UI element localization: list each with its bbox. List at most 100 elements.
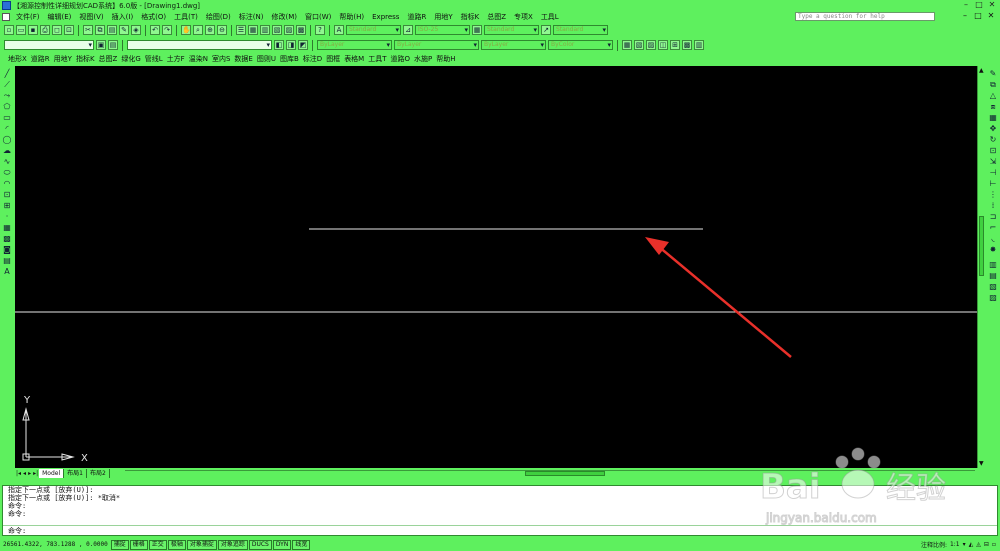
close-button[interactable]: ✕ <box>986 0 998 10</box>
lineweight-select[interactable]: ByLayer <box>481 40 546 50</box>
annotation-scale-select[interactable]: 1:1 <box>950 541 960 548</box>
cn-menu-green[interactable]: 绿化G <box>119 54 142 64</box>
cn-menu-table[interactable]: 表格M <box>342 54 366 64</box>
menu-road[interactable]: 道路R <box>403 12 430 22</box>
zoom-window-icon[interactable]: ⊕ <box>205 25 215 35</box>
grid-toggle[interactable]: 栅格 <box>129 539 148 550</box>
menu-edit[interactable]: 编辑(E) <box>44 12 76 22</box>
hatch-icon[interactable]: ▦ <box>2 224 12 234</box>
zoom-realtime-icon[interactable]: ⌕ <box>193 25 203 35</box>
chamfer-icon[interactable]: ⌐ <box>988 224 998 234</box>
table-icon[interactable]: ▤ <box>2 257 12 267</box>
cn-menu-earthwork[interactable]: 土方F <box>165 54 187 64</box>
tab-first-icon[interactable]: |◂ <box>15 470 22 477</box>
layer-tool-icon[interactable]: ▤ <box>988 272 998 282</box>
chevron-down-icon[interactable]: ▾ <box>963 541 966 548</box>
array-icon[interactable]: ▦ <box>988 114 998 124</box>
paste-icon[interactable]: ▤ <box>107 25 117 35</box>
make-block-icon[interactable]: ⊞ <box>2 202 12 212</box>
help-icon[interactable]: ? <box>315 25 325 35</box>
menu-index[interactable]: 指标K <box>457 12 484 22</box>
cn-menu-render[interactable]: 温染N <box>187 54 210 64</box>
draworder-icon[interactable]: ▥ <box>988 261 998 271</box>
tab-layout1[interactable]: 布局1 <box>64 468 87 478</box>
layer-make-current-icon[interactable]: ◧ <box>274 40 284 50</box>
new-file-icon[interactable]: ▫ <box>4 25 14 35</box>
line-icon[interactable]: ╱ <box>2 70 12 80</box>
scale-icon[interactable]: ⊡ <box>988 147 998 157</box>
mirror-icon[interactable]: △ <box>988 92 998 102</box>
scroll-down-icon[interactable]: ▼ <box>979 460 984 467</box>
horizontal-scroll-thumb[interactable] <box>525 471 605 476</box>
cn-menu-library[interactable]: 图库B <box>278 54 301 64</box>
drawing-canvas[interactable]: Y X <box>15 66 977 468</box>
arc-icon[interactable]: ◜ <box>2 125 12 135</box>
break-icon[interactable]: ⁞ <box>988 202 998 212</box>
linetype-select[interactable]: ByLayer <box>394 40 479 50</box>
match-prop-icon[interactable]: ✎ <box>119 25 129 35</box>
polyline-icon[interactable]: ⤳ <box>2 92 12 102</box>
menu-window[interactable]: 窗口(W) <box>301 12 335 22</box>
cn-menu-road-o[interactable]: 道路O <box>389 54 413 64</box>
tool-f-icon[interactable]: ▩ <box>682 40 692 50</box>
ellipse-arc-icon[interactable]: ◠ <box>2 180 12 190</box>
move-icon[interactable]: ✥ <box>988 125 998 135</box>
copy-icon[interactable]: ⧉ <box>95 25 105 35</box>
publish-icon[interactable]: ⊡ <box>64 25 74 35</box>
break-at-point-icon[interactable]: ⋮ <box>988 191 998 201</box>
scroll-up-icon[interactable]: ▲ <box>979 67 984 74</box>
undo-icon[interactable]: ↶ <box>150 25 160 35</box>
cn-menu-annotate[interactable]: 标注D <box>301 54 324 64</box>
lock-icon[interactable]: ⊟ <box>984 541 989 548</box>
cn-menu-interior[interactable]: 室内S <box>210 54 232 64</box>
extend-icon[interactable]: ⊢ <box>988 180 998 190</box>
cn-menu-terrain[interactable]: 地形X <box>6 54 29 64</box>
lineweight-toggle[interactable]: 线宽 <box>292 539 311 550</box>
region-icon[interactable]: ◙ <box>2 246 12 256</box>
layer-manager-icon[interactable]: ▤ <box>108 40 118 50</box>
ducs-toggle[interactable]: DUCS <box>248 539 272 550</box>
color-select[interactable]: ByLayer <box>317 40 392 50</box>
sheet-set-icon[interactable]: ▧ <box>272 25 282 35</box>
menu-view[interactable]: 视图(V) <box>75 12 107 22</box>
cn-menu-pipe[interactable]: 管线L <box>143 54 165 64</box>
tool-palettes-icon[interactable]: ▥ <box>260 25 270 35</box>
join-icon[interactable]: ⊐ <box>988 213 998 223</box>
menu-modify[interactable]: 修改(M) <box>267 12 301 22</box>
ortho-toggle[interactable]: 正交 <box>148 539 167 550</box>
otrack-toggle[interactable]: 对象追踪 <box>217 539 248 550</box>
tab-layout2[interactable]: 布局2 <box>87 468 110 478</box>
explode-icon[interactable]: ✸ <box>988 246 998 256</box>
command-input[interactable]: 命令: <box>3 525 997 535</box>
gradient-icon[interactable]: ▩ <box>2 235 12 245</box>
copy-object-icon[interactable]: ⧉ <box>988 81 998 91</box>
trim-icon[interactable]: ⊣ <box>988 169 998 179</box>
cn-menu-frame[interactable]: 图框 <box>324 54 342 64</box>
menu-landuse[interactable]: 用地Y <box>430 12 456 22</box>
doc-minimize-button[interactable]: – <box>960 11 970 21</box>
mleader-style-icon[interactable]: ↗ <box>541 25 551 35</box>
circle-icon[interactable]: ◯ <box>2 136 12 146</box>
dim-style-icon[interactable]: ⊿ <box>403 25 413 35</box>
group-icon[interactable]: ▧ <box>988 283 998 293</box>
snap-toggle[interactable]: 捕捉 <box>110 539 129 550</box>
tool-b-icon[interactable]: ▧ <box>634 40 644 50</box>
zoom-previous-icon[interactable]: ⊖ <box>217 25 227 35</box>
stretch-icon[interactable]: ⇲ <box>988 158 998 168</box>
maximize-button[interactable]: □ <box>973 0 985 10</box>
cn-menu-site[interactable]: 总图Z <box>97 54 120 64</box>
minimize-button[interactable]: – <box>960 0 972 10</box>
tab-last-icon[interactable]: ▸| <box>32 470 39 477</box>
cn-menu-water[interactable]: 水施P <box>412 54 434 64</box>
menu-tools[interactable]: 工具(T) <box>170 12 202 22</box>
preview-icon[interactable]: ◻ <box>52 25 62 35</box>
menu-file[interactable]: 文件(F) <box>12 12 44 22</box>
offset-icon[interactable]: ⧈ <box>988 103 998 113</box>
menu-format[interactable]: 格式(O) <box>137 12 170 22</box>
block-editor-icon[interactable]: ◈ <box>131 25 141 35</box>
wipeout-icon[interactable]: ▨ <box>988 294 998 304</box>
osnap-toggle[interactable]: 对象捕捉 <box>186 539 217 550</box>
table-style-icon[interactable]: ▦ <box>472 25 482 35</box>
mleader-style-select[interactable]: Standard <box>553 25 608 35</box>
cn-menu-index[interactable]: 指标K <box>74 54 97 64</box>
